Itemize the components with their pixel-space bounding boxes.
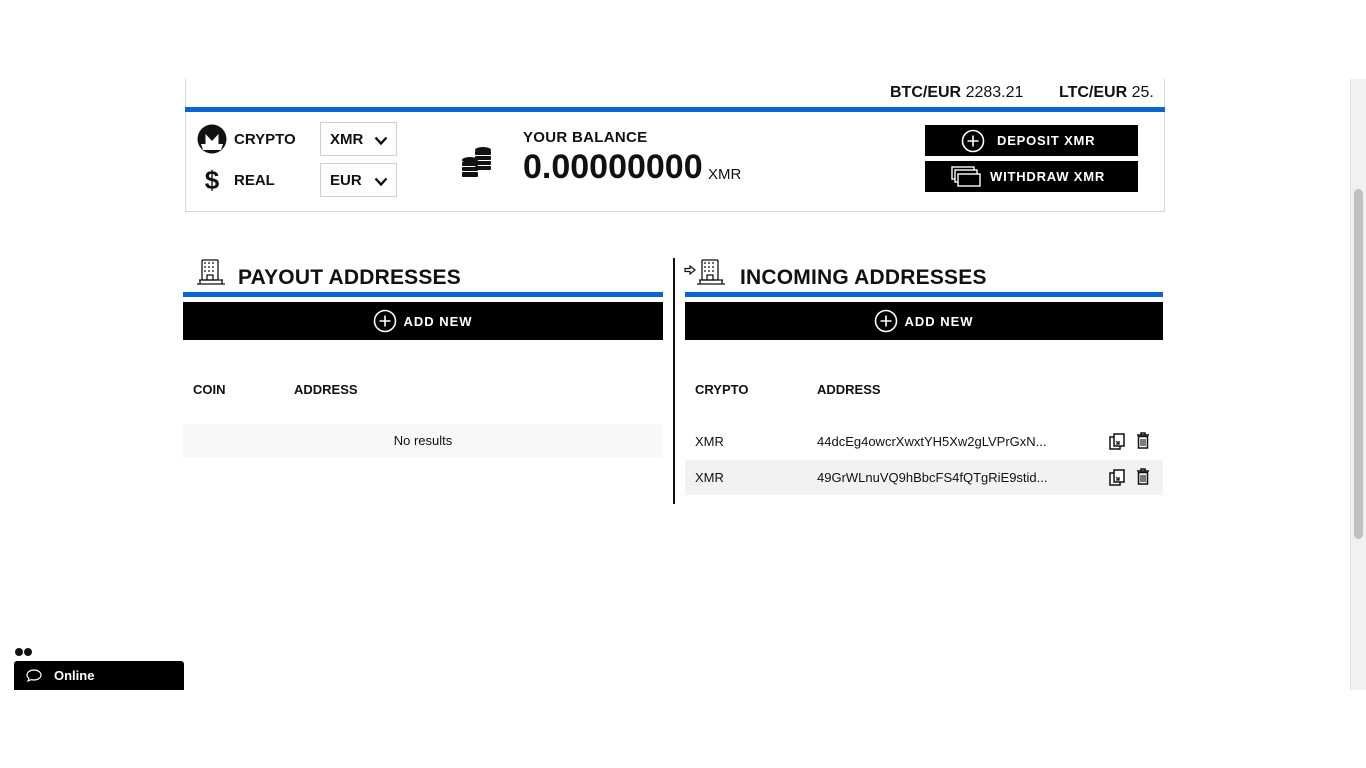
ticker-value: 2283.21 <box>965 84 1024 101</box>
chat-logo-icon <box>15 648 32 656</box>
incoming-add-new-button[interactable]: ADD NEW <box>685 302 1163 340</box>
real-select[interactable]: EUR <box>320 163 397 197</box>
column-header-coin: COIN <box>193 382 226 397</box>
balance-unit: XMR <box>708 166 742 183</box>
column-header-address: ADDRESS <box>294 382 358 397</box>
ticker-pair: LTC/EUR <box>1059 84 1128 101</box>
chat-status: Online <box>54 668 95 683</box>
scrollbar-thumb[interactable] <box>1354 189 1363 539</box>
viewport: BTC/EUR 2283.21 LTC/EUR 25. CRYPTO XMR $… <box>0 0 1366 768</box>
real-select-value: EUR <box>330 171 362 189</box>
ticker-value: 25. <box>1131 84 1154 101</box>
accent-rule <box>185 107 1165 112</box>
deposit-label: DEPOSIT XMR <box>997 133 1096 148</box>
coins-icon <box>461 145 493 184</box>
column-header-address: ADDRESS <box>817 382 881 397</box>
copy-icon[interactable] <box>1109 469 1125 489</box>
arrow-right-icon <box>684 262 696 280</box>
payout-add-new-button[interactable]: ADD NEW <box>183 302 663 340</box>
page-scrollbar[interactable] <box>1350 79 1366 690</box>
ticker-pair: BTC/EUR <box>890 84 962 101</box>
plus-circle-icon <box>874 309 898 333</box>
cash-icon <box>951 166 981 191</box>
real-label: REAL <box>234 171 275 189</box>
row-address: 44dcEg4owcrXwxtYH5Xw2gLVPrGxN... <box>817 434 1047 449</box>
panel-divider <box>673 258 675 504</box>
trash-icon[interactable] <box>1136 468 1150 488</box>
chat-widget-button[interactable]: Online <box>14 661 184 690</box>
plus-circle-icon <box>373 309 397 333</box>
chevron-down-icon <box>374 174 388 191</box>
row-coin: XMR <box>695 470 724 485</box>
monero-icon <box>196 123 228 155</box>
withdraw-label: WITHDRAW XMR <box>990 169 1106 184</box>
crypto-currency-row: CRYPTO <box>196 122 324 156</box>
real-currency-row: $ REAL <box>196 163 324 197</box>
balance-value: 0.00000000 <box>523 148 703 186</box>
table-row: XMR 49GrWLnuVQ9hBbcFS4fQTgRiE9stid... <box>685 460 1163 495</box>
crypto-select-value: XMR <box>330 130 364 148</box>
chat-bubble-icon <box>26 669 42 682</box>
ticker-item: BTC/EUR 2283.21 <box>890 84 1023 102</box>
balance-label: YOUR BALANCE <box>523 129 648 146</box>
ticker-item: LTC/EUR 25. <box>1059 84 1154 102</box>
table-row: XMR 44dcEg4owcrXwxtYH5Xw2gLVPrGxN... <box>685 424 1163 459</box>
bank-icon <box>196 257 226 292</box>
row-coin: XMR <box>695 434 724 449</box>
withdraw-button[interactable]: WITHDRAW XMR <box>925 161 1138 192</box>
crypto-label: CRYPTO <box>234 130 296 148</box>
accent-rule <box>183 292 663 297</box>
crypto-select[interactable]: XMR <box>320 122 397 156</box>
accent-rule <box>685 292 1163 297</box>
balance-card: BTC/EUR 2283.21 LTC/EUR 25. CRYPTO XMR $… <box>185 79 1165 212</box>
add-new-label: ADD NEW <box>904 313 974 329</box>
column-header-crypto: CRYPTO <box>695 382 749 397</box>
trash-icon[interactable] <box>1136 432 1150 452</box>
payout-title: PAYOUT ADDRESSES <box>238 266 461 289</box>
add-new-label: ADD NEW <box>403 313 473 329</box>
row-address: 49GrWLnuVQ9hBbcFS4fQTgRiE9stid... <box>817 470 1048 485</box>
chevron-down-icon <box>374 133 388 150</box>
price-ticker: BTC/EUR 2283.21 LTC/EUR 25. <box>186 79 1164 107</box>
plus-circle-icon <box>961 129 985 156</box>
empty-state: No results <box>183 424 663 457</box>
copy-icon[interactable] <box>1109 433 1125 453</box>
deposit-button[interactable]: DEPOSIT XMR <box>925 125 1138 156</box>
incoming-title: INCOMING ADDRESSES <box>740 266 987 289</box>
dollar-icon: $ <box>204 164 220 195</box>
bank-icon <box>696 257 726 292</box>
